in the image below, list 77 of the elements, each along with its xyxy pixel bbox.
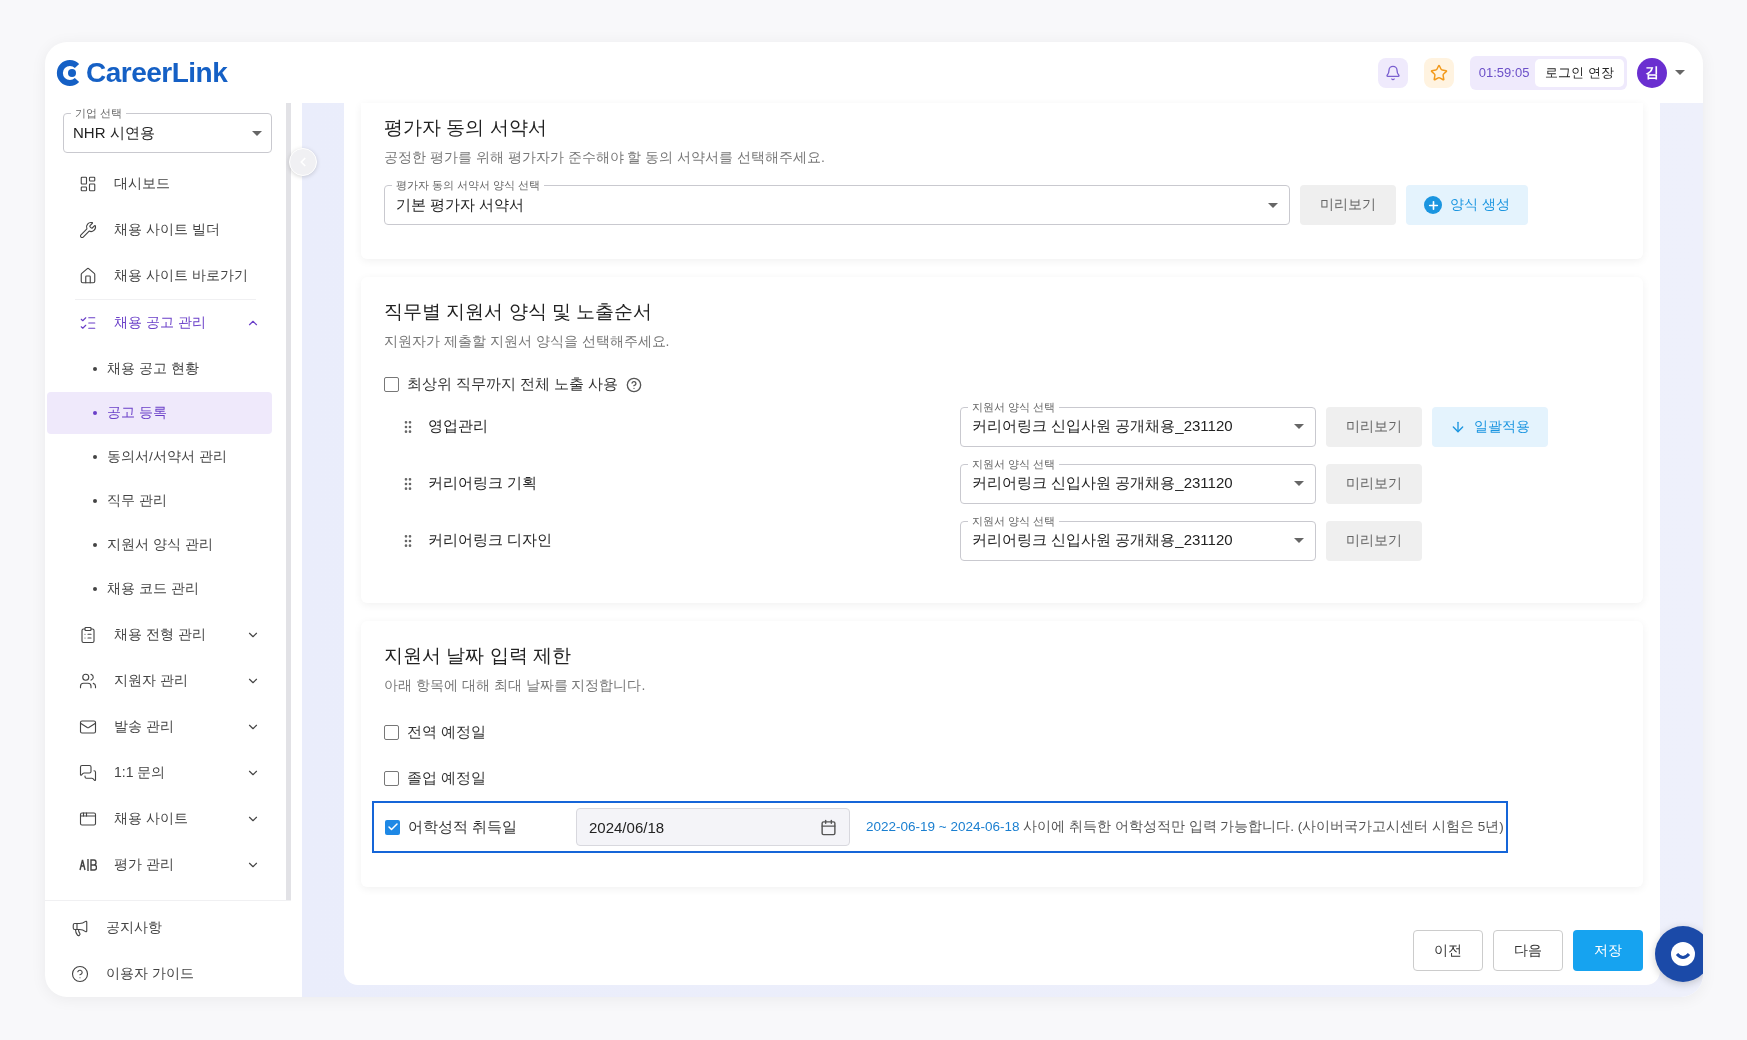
nav-icon [79,314,97,332]
consent-form-select[interactable]: 평가자 동의 서약서 양식 선택 기본 평가자 서약서 [384,178,1290,225]
checkbox[interactable] [384,377,399,392]
notification-bell-icon[interactable] [1377,57,1408,88]
nav-item[interactable]: 채용 사이트 빌더 [45,207,272,253]
footer-button[interactable]: 이전 [1413,930,1483,971]
checkbox-label: 졸업 예정일 [407,768,488,788]
job-name: 커리어링크 기획 [428,474,539,493]
field-label: 기업 선택 [71,106,127,120]
checkbox-label: 어학성적 취득일 [408,817,519,837]
date-field[interactable]: 2024/06/18 [576,808,850,846]
plus-icon [1424,196,1442,214]
nav-subitem[interactable]: 동의서/서약서 관리 [47,436,272,478]
user-avatar[interactable]: 김 [1637,57,1667,88]
application-form-select[interactable]: 지원서 양식 선택 커리어링크 신입사원 공개채용_231120 [960,456,1316,504]
help-icon[interactable] [626,376,643,393]
chat-icon [1668,939,1698,969]
nav-item[interactable]: 대시보드 [45,161,272,207]
application-form-select[interactable]: 지원서 양식 선택 커리어링크 신입사원 공개채용_231120 [960,513,1316,561]
company-select[interactable]: 기업 선택 NHR 시연용 [63,106,272,153]
section-description: 지원자가 제출할 지원서 양식을 선택해주세요. [384,333,671,351]
checkbox[interactable] [385,819,400,835]
nav-item[interactable]: 1:1 문의 [45,750,272,796]
section-title: 직무별 지원서 양식 및 노출순서 [384,300,654,324]
favorites-star-icon[interactable] [1423,57,1454,88]
preview-button[interactable]: 미리보기 [1326,463,1422,504]
preview-button[interactable]: 미리보기 [1326,520,1422,561]
nav-item[interactable]: 발송 관리 [45,704,272,750]
job-name: 커리어링크 디자인 [428,531,554,550]
nav-icon [79,810,97,828]
checkbox-label: 최상위 직무까지 전체 노출 사용 [407,375,619,394]
nav-icon [71,965,89,983]
nav-item[interactable]: 평가 관리 [45,842,272,888]
preview-button[interactable]: 미리보기 [1326,406,1422,447]
calendar-icon[interactable] [820,818,837,836]
footer-nav-item[interactable]: 공지사항 [45,905,291,951]
application-form-select[interactable]: 지원서 양식 선택 커리어링크 신입사원 공개채용_231120 [960,399,1316,447]
nav-icon [79,718,97,736]
chat-button[interactable] [1655,926,1703,982]
ab-icon [79,859,97,871]
nav-item[interactable]: 채용 사이트 [45,796,272,842]
section-title: 평가자 동의 서약서 [384,116,548,140]
nav-icon [79,672,97,690]
field-label: 지원서 양식 선택 [968,399,1060,414]
logo-text: CareerLink [86,56,228,89]
nav-subitem[interactable]: 공고 등록 [47,392,272,434]
nav-icon [79,764,97,782]
nav-icon [79,267,97,285]
session-timer: 01:59:05 [1477,65,1530,80]
field-label: 지원서 양식 선택 [968,513,1060,528]
nav-icon [79,175,97,193]
caret-icon[interactable] [1675,70,1685,75]
section-description: 아래 항목에 대해 최대 날짜를 지정합니다. [384,677,647,695]
extend-login-button[interactable]: 로그인 연장 [1535,58,1624,87]
footer-button[interactable]: 다음 [1493,930,1563,971]
date-range-note: 2022-06-19 ~ 2024-06-18 사이에 취득한 어학성적만 입력 가능합니다. (사이버국가고시센터 시험은 5년) [866,818,1504,836]
nav-subitem[interactable]: 지원서 양식 관리 [47,524,272,566]
nav-icon [79,626,97,644]
checkbox-label: 전역 예정일 [407,722,488,742]
nav-item[interactable]: 채용 전형 관리 [45,612,272,658]
footer-nav-item[interactable]: 이용자 가이드 [45,951,291,997]
checkbox[interactable] [384,724,399,740]
nav-subitem[interactable]: 직무 관리 [47,480,272,522]
field-label: 지원서 양식 선택 [968,456,1060,471]
preview-button[interactable]: 미리보기 [1300,185,1396,225]
nav-subitem[interactable]: 채용 공고 현황 [47,348,272,390]
nav-item[interactable]: 채용 사이트 바로가기 [45,253,272,299]
nav-icon [71,919,89,937]
nav-item[interactable]: 채용 공고 관리 [45,300,272,346]
section-title: 지원서 날짜 입력 제한 [384,644,572,668]
nav-item[interactable]: 지원자 관리 [45,658,272,704]
job-name: 영업관리 [428,417,489,436]
nav-subitem[interactable]: 채용 코드 관리 [47,568,272,610]
field-label: 평가자 동의 서약서 양식 선택 [392,178,545,192]
checkbox[interactable] [384,770,399,786]
section-description: 공정한 평가를 위해 평가자가 준수해야 할 동의 서약서를 선택해주세요. [384,149,826,167]
nav-icon [79,221,97,239]
